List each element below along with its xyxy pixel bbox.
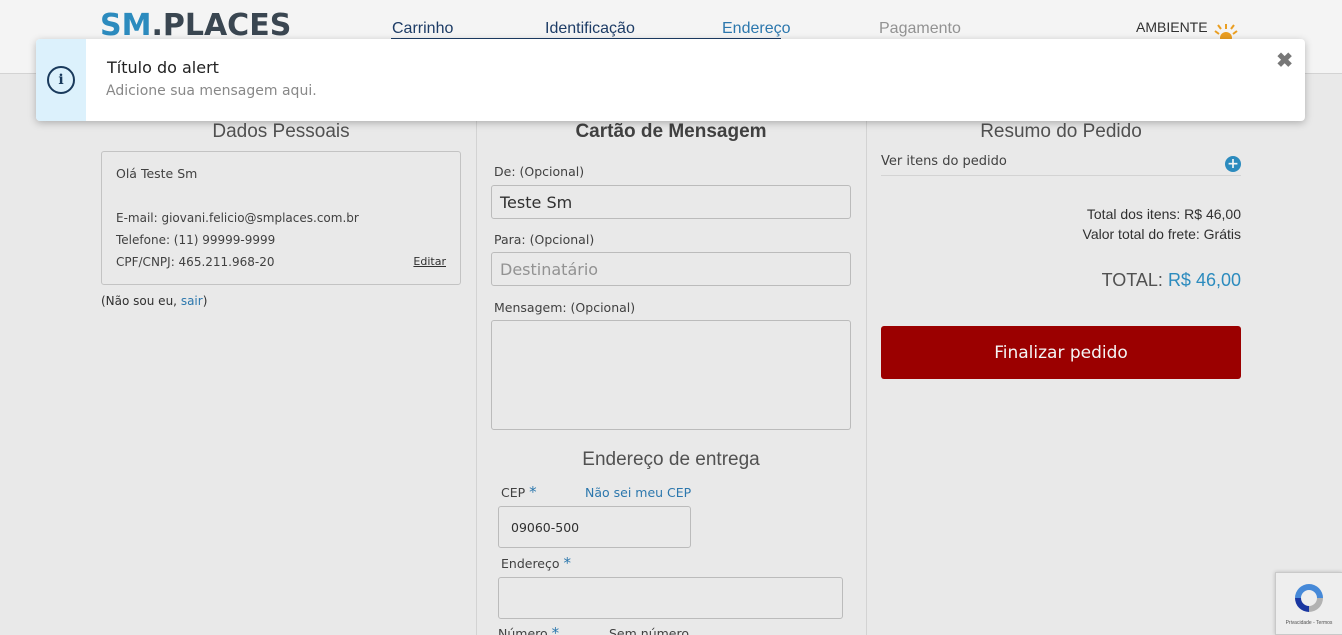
plus-icon[interactable]: +	[1225, 156, 1241, 172]
number-label: Número *	[498, 624, 559, 635]
dont-know-cep-link[interactable]: Não sei meu CEP	[585, 485, 691, 500]
logo[interactable]: SM.PLACES	[100, 8, 291, 43]
required-mark: *	[563, 554, 572, 572]
edit-link[interactable]: Editar	[413, 255, 446, 268]
address-label: Endereço *	[501, 554, 571, 572]
step-identificacao[interactable]: Identificação	[545, 20, 635, 38]
no-number-label[interactable]: Sem número	[609, 626, 689, 635]
column-divider	[476, 118, 477, 635]
alert-message: Adicione sua mensagem aqui.	[106, 83, 317, 99]
required-mark: *	[529, 483, 537, 501]
not-me-suffix: )	[202, 294, 208, 308]
address-title: Endereço de entrega	[582, 449, 760, 470]
close-icon[interactable]: ✖	[1276, 48, 1293, 73]
step-carrinho[interactable]: Carrinho	[392, 20, 453, 38]
sun-icon	[1214, 24, 1238, 40]
message-label: Mensagem: (Opcional)	[494, 300, 636, 315]
total-value: R$ 46,00	[1167, 270, 1241, 290]
doc-text: CPF/CNPJ: 465.211.968-20	[116, 255, 275, 269]
step-endereco[interactable]: Endereço	[722, 20, 791, 38]
recaptcha-badge[interactable]: Privacidade - Termos	[1275, 572, 1342, 635]
items-total: Total dos itens: R$ 46,00	[1086, 206, 1241, 222]
step-pagamento: Pagamento	[879, 20, 961, 37]
message-textarea[interactable]	[491, 320, 851, 430]
number-label-text: Número	[498, 626, 548, 635]
column-divider	[866, 118, 867, 635]
from-label: De: (Opcional)	[494, 164, 585, 179]
personal-data-box: Olá Teste Sm E-mail: giovani.felicio@smp…	[101, 151, 461, 285]
not-me-text: (Não sou eu, sair)	[101, 294, 207, 308]
logo-sm: SM	[100, 8, 152, 43]
alert-side-panel: i	[36, 39, 86, 121]
recaptcha-icon	[1295, 584, 1323, 612]
not-me-prefix: (Não sou eu,	[101, 294, 181, 308]
alert-title: Título do alert	[107, 58, 219, 77]
view-items-label: Ver itens do pedido	[881, 154, 1007, 169]
order-total: TOTAL: R$ 46,00	[1102, 270, 1241, 291]
to-input[interactable]: Destinatário	[491, 252, 851, 286]
email-text: E-mail: giovani.felicio@smplaces.com.br	[116, 211, 359, 225]
cep-input[interactable]: 09060-500	[498, 506, 691, 548]
recaptcha-text[interactable]: Privacidade - Termos	[1276, 620, 1342, 626]
info-icon: i	[47, 66, 75, 94]
personal-title: Dados Pessoais	[212, 121, 350, 142]
cep-label: CEP *	[501, 483, 537, 501]
greeting: Olá Teste Sm	[116, 166, 198, 181]
required-mark: *	[551, 624, 560, 635]
logo-places: .PLACES	[151, 8, 292, 43]
shipping-total: Valor total do frete: Grátis	[1082, 226, 1241, 242]
logout-link[interactable]: sair	[181, 294, 203, 308]
ambiente-label: AMBIENTE	[1136, 19, 1208, 35]
phone-text: Telefone: (11) 99999-9999	[116, 233, 276, 247]
total-label: TOTAL:	[1101, 270, 1168, 290]
card-title: Cartão de Mensagem	[575, 121, 767, 142]
cep-label-text: CEP	[501, 485, 526, 500]
summary-title: Resumo do Pedido	[980, 121, 1142, 142]
to-label: Para: (Opcional)	[494, 232, 595, 247]
address-label-text: Endereço	[501, 556, 560, 571]
finalize-order-button[interactable]: Finalizar pedido	[881, 326, 1241, 379]
from-input[interactable]: Teste Sm	[491, 185, 851, 219]
address-input[interactable]	[498, 577, 843, 619]
alert-dialog: i Título do alert Adicione sua mensagem …	[36, 39, 1305, 121]
view-items-toggle[interactable]: Ver itens do pedido +	[881, 154, 1241, 176]
